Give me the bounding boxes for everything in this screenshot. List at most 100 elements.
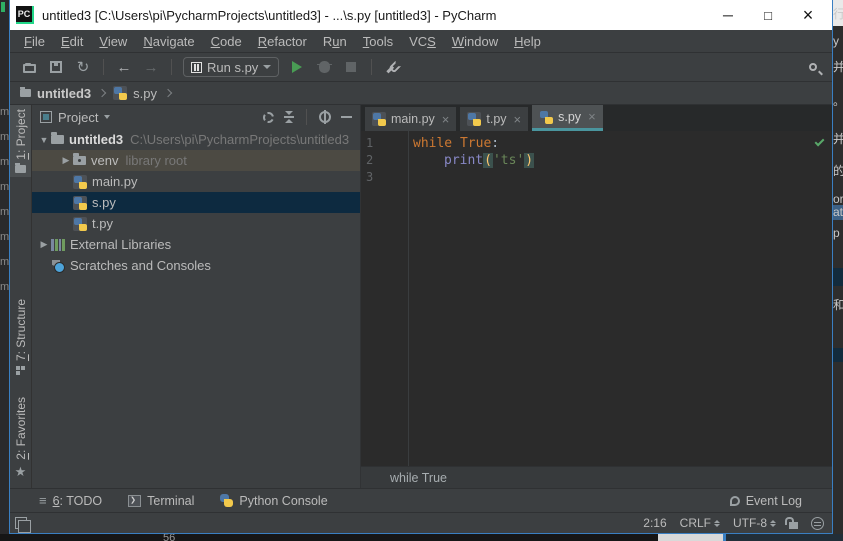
hide-panel-icon[interactable]	[341, 116, 352, 118]
sidebar-item-favorites[interactable]: 2: Favorites ★	[10, 393, 31, 482]
locate-file-icon[interactable]	[263, 111, 274, 123]
synchronize-icon[interactable]: ↻	[74, 58, 92, 76]
unlock-icon[interactable]	[785, 516, 798, 529]
menu-file[interactable]: File	[16, 34, 53, 49]
python-file-icon	[73, 216, 87, 231]
pycharm-window: PC untitled3 [C:\Users\pi\PycharmProject…	[9, 0, 833, 534]
background-glyph: 并	[833, 60, 843, 74]
minimize-button[interactable]: ─	[708, 0, 748, 30]
project-panel-header: Project	[32, 105, 360, 129]
event-log-button[interactable]: Event Log	[729, 494, 802, 508]
back-icon[interactable]: ←	[115, 58, 133, 76]
save-all-icon[interactable]	[47, 58, 65, 76]
code-text[interactable]: while True: print('ts')	[409, 131, 832, 466]
scratches-icon	[51, 259, 65, 273]
inspection-profile-icon[interactable]	[811, 516, 824, 530]
folder-icon	[20, 87, 31, 97]
project-tree: ▼ untitled3 C:\Users\pi\PycharmProjects\…	[32, 129, 360, 488]
expand-arrow-icon[interactable]: ▶	[37, 239, 51, 250]
code-line-2: print('ts')	[444, 153, 535, 168]
menu-help[interactable]: Help	[506, 34, 549, 49]
background-text: m	[0, 107, 9, 118]
editor-tabs: main.py × t.py × s.py ×	[361, 105, 832, 131]
background-glyph: at	[833, 205, 843, 220]
run-configuration-select[interactable]: Run s.py	[183, 57, 280, 77]
menu-refactor[interactable]: Refactor	[250, 34, 315, 49]
project-tool-icon	[15, 162, 26, 173]
sidebar-item-project[interactable]: 1: Project	[10, 105, 31, 177]
expand-arrow-icon[interactable]: ▼	[37, 135, 51, 145]
close-tab-icon[interactable]: ×	[588, 109, 596, 124]
code-line-1: while True:	[413, 136, 500, 151]
gear-icon[interactable]	[319, 111, 331, 123]
title-bar: PC untitled3 [C:\Users\pi\PycharmProject…	[10, 0, 832, 30]
menu-tools[interactable]: Tools	[355, 34, 401, 49]
project-panel-title[interactable]: Project	[58, 110, 98, 125]
breadcrumb-context[interactable]: while True	[390, 471, 447, 485]
menu-edit[interactable]: Edit	[53, 34, 91, 49]
background-glyph: p	[833, 226, 840, 240]
maximize-button[interactable]: □	[748, 0, 788, 30]
background-window-right-sliver: 行 y 并 。 并 的 or at p 和	[833, 0, 843, 541]
tree-row-external-libraries[interactable]: ▶ External Libraries	[32, 234, 360, 255]
close-button[interactable]: ×	[788, 0, 828, 30]
tree-row-venv[interactable]: ▶ venv library root	[32, 150, 360, 171]
line-ending-select[interactable]: CRLF	[680, 516, 720, 530]
chevron-down-icon[interactable]	[104, 115, 111, 119]
line-number: 1	[366, 136, 374, 150]
python-file-icon	[372, 112, 386, 126]
window-controls: ─ □ ×	[708, 0, 832, 30]
caret-position[interactable]: 2:16	[643, 516, 666, 530]
tab-main-py[interactable]: main.py ×	[365, 107, 457, 131]
breadcrumb-file[interactable]: s.py	[133, 86, 157, 101]
tree-row-scratches[interactable]: Scratches and Consoles	[32, 255, 360, 276]
code-editor[interactable]: 1 2 3 while True: print('ts')	[361, 131, 832, 466]
menu-navigate[interactable]: Navigate	[135, 34, 202, 49]
menu-view[interactable]: View	[91, 34, 135, 49]
menu-bar: File Edit View Navigate Code Refactor Ru…	[10, 30, 832, 53]
sidebar-item-structure[interactable]: 7: Structure	[10, 295, 31, 379]
background-text: m	[0, 157, 9, 168]
expand-arrow-icon[interactable]: ▶	[59, 155, 73, 166]
tree-row-untitled3[interactable]: ▼ untitled3 C:\Users\pi\PycharmProjects\…	[32, 129, 360, 150]
settings-wrench-icon[interactable]	[383, 58, 401, 76]
updown-arrows-icon	[770, 520, 776, 527]
close-tab-icon[interactable]: ×	[442, 112, 450, 127]
open-file-icon[interactable]	[20, 58, 38, 76]
todo-tool-button[interactable]: ≡ 6: TODO	[39, 493, 102, 508]
event-log-icon	[729, 495, 740, 506]
structure-tool-icon	[16, 366, 25, 376]
tool-window-toggle-icon[interactable]	[15, 517, 31, 533]
tab-s-py[interactable]: s.py ×	[532, 105, 603, 131]
tree-row-s-py[interactable]: s.py	[32, 192, 360, 213]
python-console-tool-button[interactable]: Python Console	[220, 494, 328, 508]
run-config-label: Run s.py	[207, 59, 259, 75]
background-block	[658, 534, 723, 541]
background-block	[833, 348, 843, 362]
editor-gutter[interactable]: 1 2 3	[361, 131, 409, 466]
debug-button	[315, 58, 333, 76]
background-window-left-sliver: m m m m m m m m	[0, 0, 9, 541]
breadcrumb-project[interactable]: untitled3	[37, 86, 91, 101]
todo-list-icon: ≡	[39, 493, 47, 508]
collapse-all-icon[interactable]	[284, 111, 294, 123]
menu-run[interactable]: Run	[315, 34, 355, 49]
terminal-tool-button[interactable]: Terminal	[128, 494, 194, 508]
tab-t-py[interactable]: t.py ×	[460, 107, 529, 131]
python-file-icon	[113, 86, 128, 100]
close-tab-icon[interactable]: ×	[514, 112, 522, 127]
search-everywhere-icon[interactable]	[804, 58, 822, 76]
libraries-icon	[51, 238, 65, 251]
menu-vcs[interactable]: VCS	[401, 34, 444, 49]
menu-code[interactable]: Code	[203, 34, 250, 49]
python-file-icon	[539, 109, 554, 124]
tree-row-main-py[interactable]: main.py	[32, 171, 360, 192]
pycharm-logo-icon: PC	[16, 6, 34, 24]
tree-row-t-py[interactable]: t.py	[32, 213, 360, 234]
run-button[interactable]	[288, 58, 306, 76]
run-config-icon	[191, 61, 202, 73]
toolbar-separator	[103, 59, 104, 75]
encoding-select[interactable]: UTF-8	[733, 516, 776, 530]
menu-window[interactable]: Window	[444, 34, 506, 49]
